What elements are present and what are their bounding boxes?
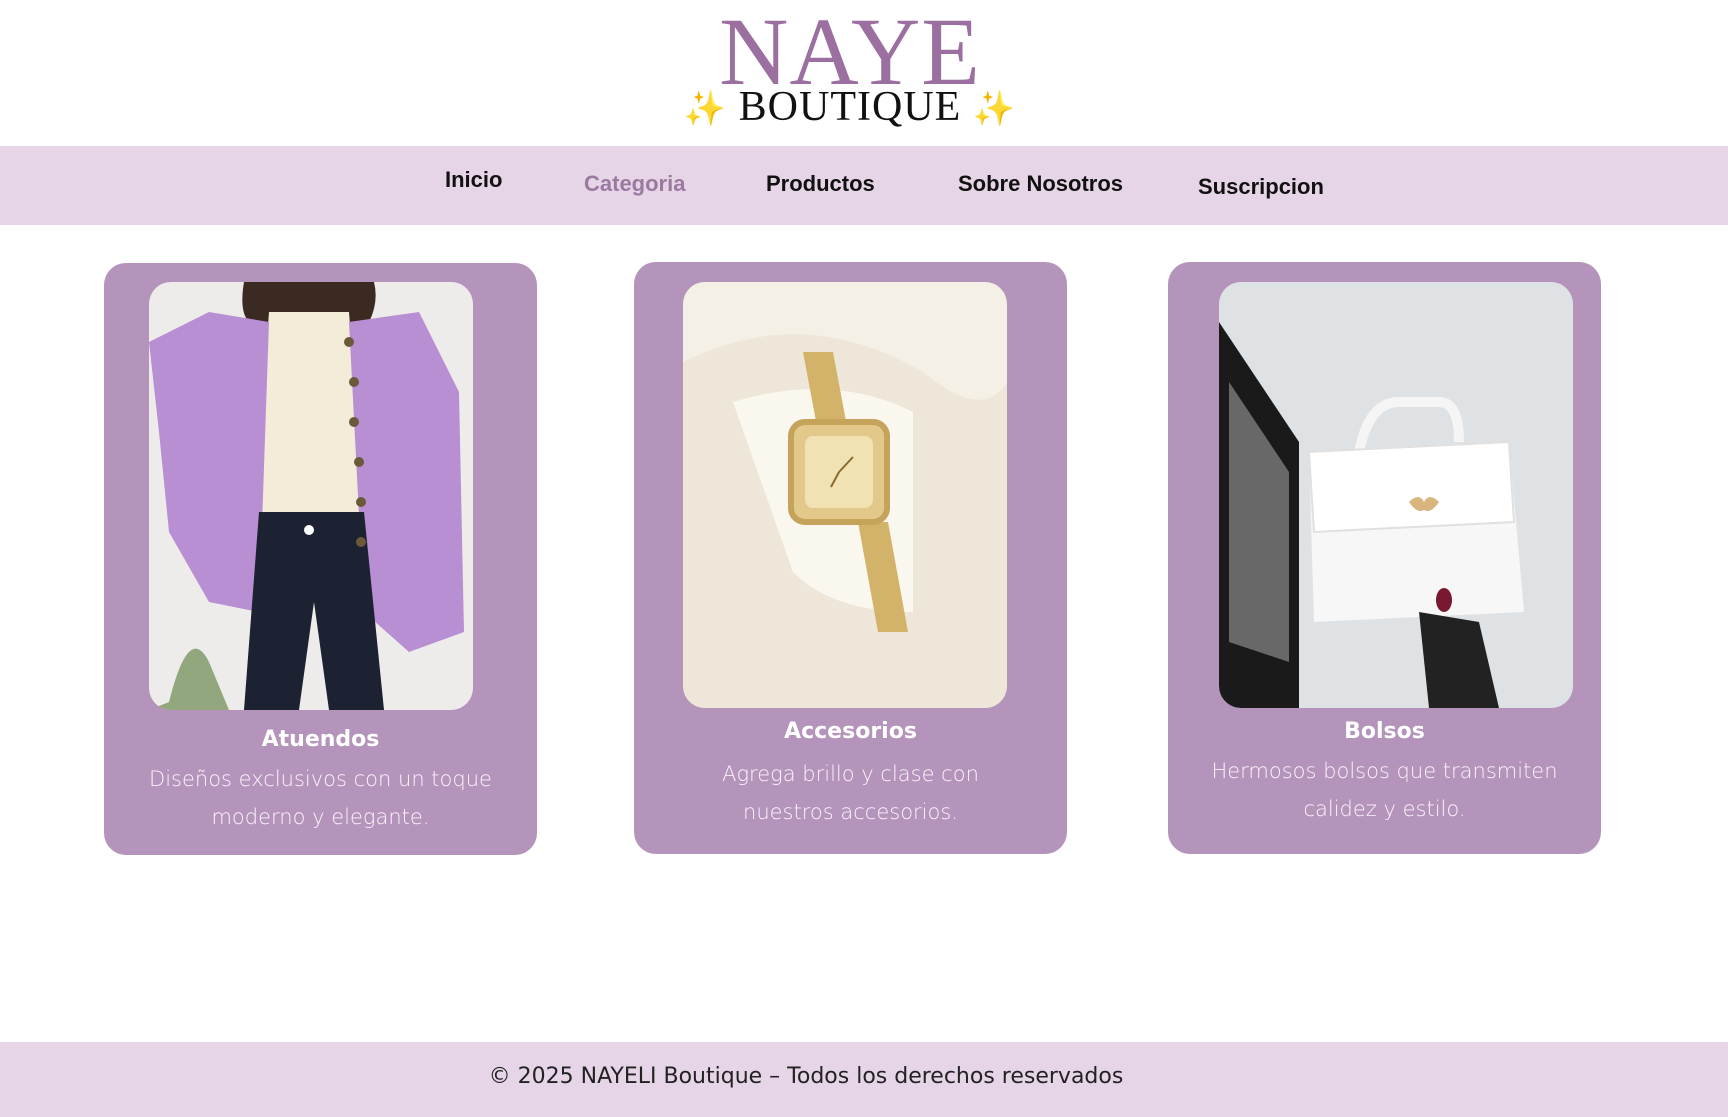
card-title: Bolsos [1344, 719, 1425, 744]
handbag-image [1219, 282, 1573, 708]
card-description: Agrega brillo y clase con nuestros acces… [722, 762, 979, 824]
nav-item-productos[interactable]: Productos [766, 171, 875, 197]
brand-subtitle-row: ✨ BOUTIQUE ✨ [0, 82, 1700, 135]
jacket-image [149, 282, 473, 710]
jacket-illustration [149, 282, 473, 710]
category-card-atuendos[interactable]: Atuendos Diseños exclusivos con un toque… [104, 263, 537, 855]
brand-subtitle: BOUTIQUE [738, 84, 962, 130]
nav-item-inicio[interactable]: Inicio [445, 167, 502, 193]
card-title: Accesorios [784, 719, 917, 744]
nav-item-sobre-nosotros[interactable]: Sobre Nosotros [958, 171, 1123, 197]
main-nav: Inicio Categoria Productos Sobre Nosotro… [0, 146, 1728, 225]
site-header: NAYE ✨ BOUTIQUE ✨ [0, 0, 1728, 145]
card-title: Atuendos [261, 727, 380, 752]
sparkle-left-icon: ✨ [683, 91, 728, 128]
card-description: Diseños exclusivos con un toque moderno … [149, 767, 492, 829]
category-card-bolsos[interactable]: Bolsos Hermosos bolsos que transmiten ca… [1168, 262, 1601, 854]
site-footer: © 2025 NAYELI Boutique – Todos los derec… [0, 1042, 1728, 1117]
nav-item-categoria[interactable]: Categoria [584, 171, 685, 197]
nav-item-suscripcion[interactable]: Suscripcion [1198, 174, 1324, 200]
handbag-illustration [1219, 282, 1573, 708]
watch-illustration [683, 282, 1007, 708]
card-description: Hermosos bolsos que transmiten calidez y… [1211, 759, 1558, 821]
category-card-accesorios[interactable]: Accesorios Agrega brillo y clase con nue… [634, 262, 1067, 854]
footer-copyright: © 2025 NAYELI Boutique – Todos los derec… [488, 1064, 1124, 1089]
sparkle-right-icon: ✨ [972, 91, 1017, 128]
watch-image [683, 282, 1007, 708]
